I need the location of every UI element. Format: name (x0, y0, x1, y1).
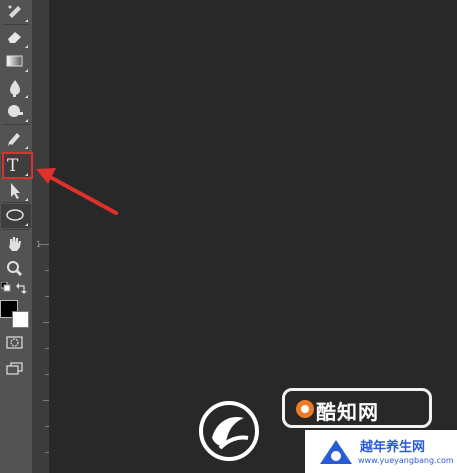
hand-icon (9, 237, 21, 251)
screen-mode-icon[interactable] (6, 362, 24, 376)
watermark-brand-text: 酷知网 (316, 400, 379, 424)
gradient-icon (6, 55, 23, 67)
dodge-icon (8, 105, 23, 117)
tool-panel: T (0, 0, 33, 473)
blur-icon (10, 80, 20, 97)
gradient-tool[interactable] (1, 50, 31, 74)
quick-mask-icon[interactable] (6, 336, 24, 350)
ellipse-tool[interactable] (1, 204, 31, 228)
background-color-swatch[interactable] (12, 311, 29, 328)
zoom-icon (7, 261, 23, 277)
type-tool-highlight (2, 152, 33, 179)
spot-healing-brush-icon (8, 5, 21, 18)
path-selection-tool[interactable] (1, 179, 31, 203)
eraser-tool[interactable] (1, 26, 31, 50)
ellipse-icon (6, 209, 24, 221)
watermark-badge-icon (296, 400, 314, 418)
vertical-ruler: 1 (33, 0, 50, 473)
watermark-swirl-logo-icon (199, 401, 259, 461)
watermark-site-url: www.yueyangbang.com (358, 456, 454, 465)
default-colors-icon[interactable] (1, 282, 11, 292)
watermark-site-title: 越年养生网 (360, 440, 426, 455)
annotation-arrow-icon (36, 168, 118, 215)
pen-tool[interactable] (1, 127, 31, 151)
pen-icon (8, 133, 20, 146)
hand-tool[interactable] (1, 232, 31, 256)
eraser-icon (8, 32, 21, 43)
ruler-label: 1 (36, 240, 42, 249)
path-selection-icon (11, 183, 20, 199)
dodge-tool[interactable] (1, 100, 31, 124)
spot-healing-tool[interactable] (1, 0, 31, 24)
zoom-tool[interactable] (1, 257, 31, 281)
watermark-site-logo-icon (320, 440, 352, 464)
blur-tool[interactable] (1, 76, 31, 100)
swap-colors-icon[interactable] (16, 282, 28, 294)
